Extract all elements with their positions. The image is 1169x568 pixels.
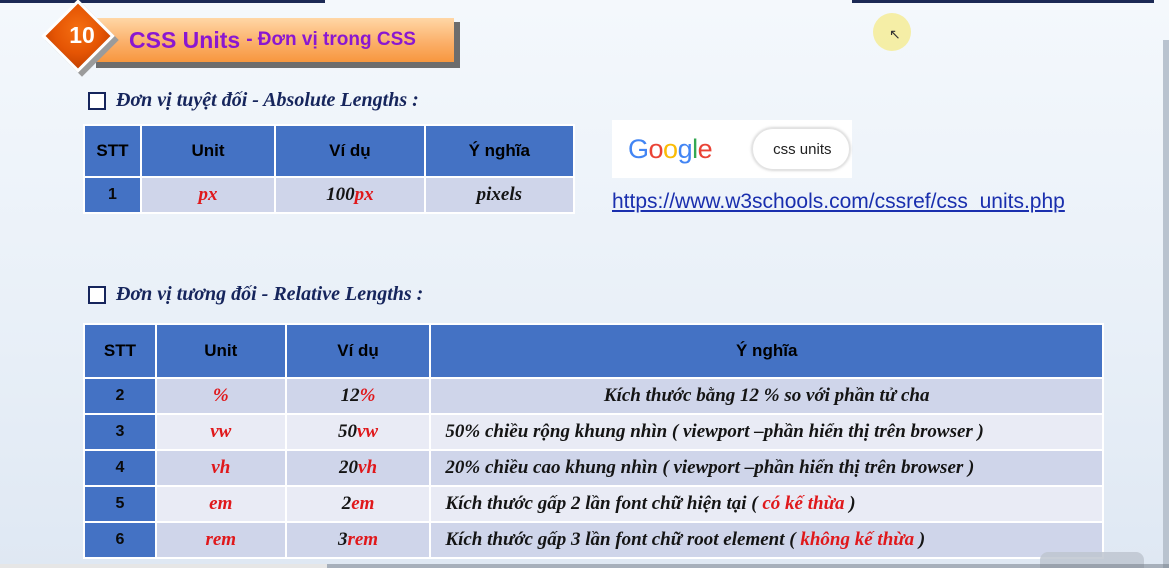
table-header-row: STT Unit Ví dụ Ý nghĩa	[83, 124, 576, 178]
absolute-lengths-table: STT Unit Ví dụ Ý nghĩa 1 px 100px pixels	[83, 124, 576, 214]
table-row: 4 vh 20vh 20% chiều cao khung nhìn ( vie…	[83, 449, 1104, 487]
cell-example: 100px	[274, 176, 426, 214]
cell-unit: vh	[154, 449, 287, 487]
cell-example: 50vw	[284, 413, 432, 451]
header-example: Ví dụ	[274, 124, 426, 178]
cell-meaning: 50% chiều rộng khung nhìn ( viewport –ph…	[429, 413, 1104, 451]
absolute-heading: Đơn vị tuyệt đối - Absolute Lengths :	[88, 89, 419, 112]
cell-stt: 6	[83, 521, 157, 559]
relative-heading: Đơn vị tương đối - Relative Lengths :	[88, 283, 423, 306]
cell-example: 20vh	[284, 449, 432, 487]
absolute-heading-text: Đơn vị tuyệt đối - Absolute Lengths :	[116, 89, 419, 111]
cell-example: 3rem	[284, 521, 432, 559]
cell-stt: 3	[83, 413, 157, 451]
video-progress-fill	[0, 564, 328, 568]
table-row: 6 rem 3rem Kích thước gấp 3 lần font chữ…	[83, 521, 1104, 559]
cell-stt: 4	[83, 449, 157, 487]
cell-stt: 5	[83, 485, 157, 523]
top-border-left	[0, 0, 325, 3]
header-meaning: Ý nghĩa	[423, 124, 576, 178]
table-row: 1 px 100px pixels	[83, 176, 576, 214]
table-header-row: STT Unit Ví dụ Ý nghĩa	[83, 323, 1104, 379]
relative-lengths-table: STT Unit Ví dụ Ý nghĩa 2 % 12% Kích thướ…	[83, 323, 1104, 559]
table-row: 3 vw 50vw 50% chiều rộng khung nhìn ( vi…	[83, 413, 1104, 451]
checkbox-icon	[88, 91, 106, 110]
checkbox-icon	[88, 285, 106, 304]
title-sub: - Đơn vị trong CSS	[246, 29, 416, 50]
cell-unit: %	[154, 377, 287, 415]
header-meaning: Ý nghĩa	[429, 323, 1104, 379]
cell-unit: em	[154, 485, 287, 523]
title-main: CSS Units	[129, 26, 241, 53]
header-stt: STT	[83, 323, 157, 379]
cursor-icon: ↖	[889, 26, 901, 42]
cell-meaning: Kích thước bằng 12 % so với phần tử cha	[429, 377, 1104, 415]
google-logo: Google	[628, 133, 713, 164]
header-example: Ví dụ	[284, 323, 432, 379]
google-search-widget: Google css units	[612, 120, 852, 178]
header-stt: STT	[83, 124, 142, 178]
cell-example: 2em	[284, 485, 432, 523]
table-row: 5 em 2em Kích thước gấp 2 lần font chữ h…	[83, 485, 1104, 523]
cell-unit: px	[139, 176, 277, 214]
right-edge-bar	[1163, 40, 1169, 568]
cell-stt: 1	[83, 176, 142, 214]
cell-meaning: Kích thước gấp 2 lần font chữ hiện tại (…	[429, 485, 1104, 523]
table-row: 2 % 12% Kích thước bằng 12 % so với phần…	[83, 377, 1104, 415]
cell-example: 12%	[284, 377, 432, 415]
title-number: 10	[69, 22, 95, 48]
cell-meaning: pixels	[423, 176, 576, 214]
cell-unit: rem	[154, 521, 287, 559]
relative-heading-text: Đơn vị tương đối - Relative Lengths :	[116, 283, 424, 305]
top-border-right	[852, 0, 1154, 3]
header-unit: Unit	[154, 323, 287, 379]
cell-stt: 2	[83, 377, 157, 415]
cell-meaning: Kích thước gấp 3 lần font chữ root eleme…	[429, 521, 1104, 559]
title-banner: CSS Units - Đơn vị trong CSS	[92, 18, 454, 62]
cell-unit: vw	[154, 413, 287, 451]
header-unit: Unit	[139, 124, 277, 178]
cell-meaning: 20% chiều cao khung nhìn ( viewport –phầ…	[429, 449, 1104, 487]
w3schools-link[interactable]: https://www.w3schools.com/cssref/css_uni…	[612, 190, 1065, 214]
google-search-box: css units	[752, 128, 851, 170]
